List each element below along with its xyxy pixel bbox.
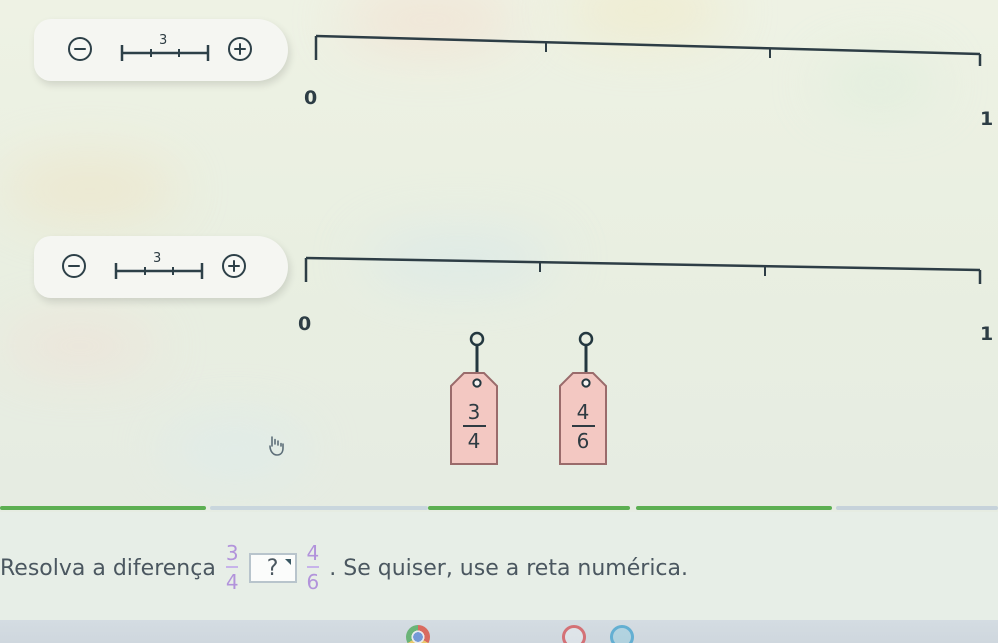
answer-dropdown[interactable]: ? [248,553,297,583]
one-label: 1 [980,108,994,130]
bottom-taskbar [0,620,998,643]
left-fraction: 3 4 [226,543,239,592]
tag-denominator: 4 [467,429,481,453]
segment-icon: 3 [112,251,206,281]
fraction-bar [571,425,595,427]
decrease-partition-button[interactable] [68,37,92,61]
right-denominator: 6 [306,569,320,594]
plus-icon [234,43,246,55]
tag-numerator: 4 [576,400,590,424]
minus-icon [68,265,80,267]
minus-icon [74,48,86,50]
segment-count: 3 [159,33,168,48]
fraction-bar [226,565,239,568]
left-numerator: 3 [225,540,239,565]
decrease-partition-button[interactable] [62,254,86,278]
chrome-icon[interactable] [406,625,430,643]
fraction-tag[interactable]: 3 4 [444,331,504,492]
hand-cursor-icon [269,436,284,456]
number-line-axis [304,256,982,284]
fraction-tag[interactable]: 4 6 [553,331,613,492]
tag-fraction: 4 6 [553,402,613,451]
number-line-axis [314,34,982,66]
progress-segment [428,506,630,510]
question-row: Resolva a diferença 3 4 ? 4 6 . Se quise… [0,539,688,597]
progress-segment [210,506,428,510]
tag-numerator: 3 [467,400,481,424]
zero-label: 0 [298,313,312,335]
answer-value: ? [266,555,279,581]
question-suffix: . Se quiser, use a reta numérica. [329,555,688,581]
progress-bar [0,504,998,512]
background-wash [0,158,180,220]
zero-label: 0 [304,87,318,109]
tag-fraction: 3 4 [444,402,504,451]
increase-partition-button[interactable] [228,37,252,61]
fraction-bar [462,425,486,427]
progress-segment [0,506,206,510]
progress-segment [636,506,832,510]
increase-partition-button[interactable] [222,254,246,278]
fraction-bar [306,565,319,568]
segment-icon: 3 [118,33,212,63]
plus-icon [228,260,240,272]
blue-circle-icon[interactable] [610,625,634,643]
progress-segment [836,506,998,510]
partition-control: 3 [34,19,288,81]
right-numerator: 4 [306,540,320,565]
question-prefix: Resolva a diferença [0,555,216,581]
segment-count: 3 [153,251,162,266]
dropdown-indicator-icon [284,559,291,565]
tag-denominator: 6 [576,429,590,453]
one-label: 1 [980,323,994,345]
red-circle-icon[interactable] [562,625,586,643]
background-wash [0,322,160,370]
right-fraction: 4 6 [307,543,320,592]
partition-control: 3 [34,236,288,298]
left-denominator: 4 [225,569,239,594]
